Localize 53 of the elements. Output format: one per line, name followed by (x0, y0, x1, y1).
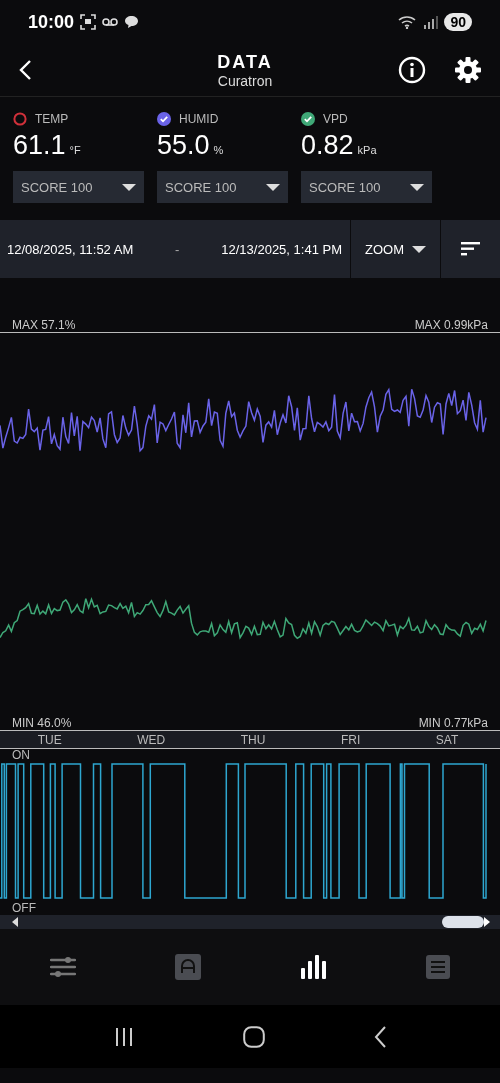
checked-circle-icon[interactable] (157, 112, 171, 126)
score-dropdown[interactable]: SCORE 100 (157, 171, 288, 203)
signal-icon (424, 15, 439, 29)
day-label: FRI (340, 732, 361, 747)
caret-icon (266, 183, 280, 191)
sensor-label: HUMID (179, 112, 219, 126)
caret-icon (410, 183, 424, 191)
max-label: MAX 57.1% (12, 318, 76, 332)
voicemail-icon (102, 17, 119, 27)
device-name: Curatron (217, 72, 273, 89)
day-label: WED (137, 732, 166, 747)
sensor-value: 0.82 (301, 130, 354, 161)
bar-chart-icon (300, 955, 327, 979)
info-icon[interactable] (398, 56, 426, 84)
off-label: OFF (11, 902, 37, 915)
max-label: MAX 0.99kPa (414, 318, 488, 332)
screenshot-icon (80, 14, 97, 30)
chat-bubble-icon (124, 15, 140, 29)
scroll-thumb[interactable] (442, 916, 490, 928)
min-label: MIN 46.0% (12, 716, 72, 730)
start-date[interactable]: 12/08/2025, 11:52 AM (7, 241, 134, 257)
day-label: TUE (37, 732, 62, 747)
caret-icon (412, 245, 426, 253)
on-label: ON (11, 749, 31, 762)
range-separator: - (175, 241, 180, 257)
sensor-value: 55.0 (157, 130, 210, 161)
day-label: THU (240, 732, 266, 747)
back-icon[interactable] (373, 1025, 386, 1048)
unchecked-circle-icon[interactable] (13, 112, 27, 126)
recent-apps-icon[interactable] (114, 1027, 135, 1046)
score-dropdown[interactable]: SCORE 100 (13, 171, 144, 203)
sensor-unit: °F (69, 144, 81, 156)
checked-circle-icon[interactable] (301, 112, 315, 126)
sensor-label: VPD (323, 112, 348, 126)
day-label: SAT (435, 732, 459, 747)
status-time: 10:00 (28, 11, 75, 33)
sliders-icon (49, 955, 76, 979)
page-title: DATA (217, 51, 273, 73)
sort-icon[interactable] (461, 242, 480, 256)
sensor-label: TEMP (35, 112, 69, 126)
sensor-value: 61.1 (13, 130, 66, 161)
home-icon[interactable] (243, 1025, 265, 1048)
scroll-left-icon[interactable] (12, 917, 18, 927)
settings-icon[interactable] (454, 56, 482, 84)
sensor-unit: kPa (357, 144, 377, 156)
end-date[interactable]: 12/13/2025, 1:41 PM (221, 241, 342, 257)
battery-level: 90 (444, 13, 472, 31)
sensor-unit: % (213, 144, 224, 156)
caret-icon (122, 183, 136, 191)
letter-a-icon (175, 954, 202, 980)
list-icon (426, 955, 451, 979)
min-label: MIN 0.77kPa (418, 716, 488, 730)
score-dropdown[interactable]: SCORE 100 (301, 171, 432, 203)
